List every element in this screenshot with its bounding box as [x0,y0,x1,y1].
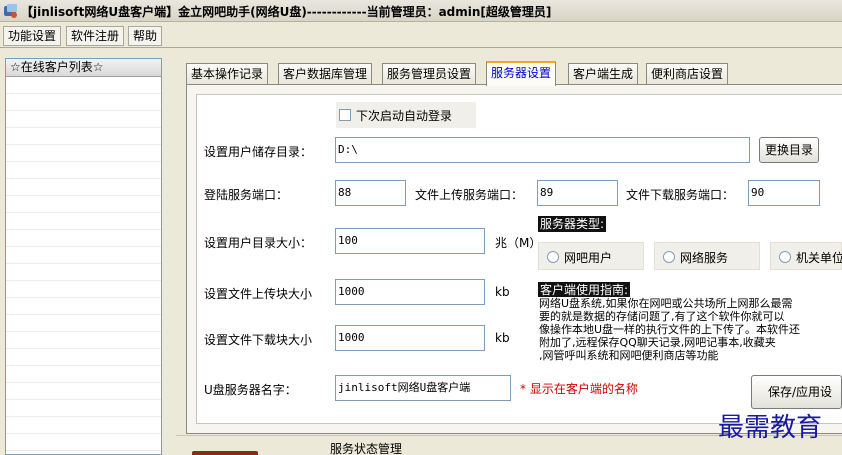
app-icon [4,4,17,18]
service-status-label: 服务状态管理 [330,442,403,455]
list-row[interactable] [6,366,161,383]
login-port-input[interactable]: 88 [335,180,406,206]
window-title: 【jinlisoft网络U盘客户端】金立网吧助手(网络U盘)----------… [21,5,552,19]
radio-internet-cafe[interactable]: 网吧用户 [538,242,644,270]
list-row[interactable] [6,77,161,94]
download-block-input[interactable]: 1000 [335,325,485,351]
client-guide-text: 网络U盘系统,如果你在网吧或公共场所上网那么最需 要的就是数据的存储问题了,有了… [537,297,842,369]
tab-client-db[interactable]: 客户数据库管理 [278,63,373,85]
radio-button[interactable] [547,251,559,263]
list-row[interactable] [6,162,161,179]
storage-dir-label: 设置用户储存目录： [204,145,313,159]
radio-network-service-label: 网络服务 [680,251,729,265]
tab-client-generate[interactable]: 客户端生成 [568,63,639,85]
list-row[interactable] [6,111,161,128]
watermark: 最需教育 [718,413,823,443]
radio-internet-cafe-label: 网吧用户 [564,251,613,265]
upload-port-input[interactable]: 89 [537,180,618,206]
list-row[interactable] [6,94,161,111]
client-list-header: ☆在线客户列表☆ [6,59,161,77]
list-row[interactable] [6,145,161,162]
download-port-label: 文件下载服务端口： [626,188,735,202]
download-port-input[interactable]: 90 [748,180,820,206]
list-row[interactable] [6,264,161,281]
upload-block-label: 设置文件上传块大小 [204,287,313,301]
radio-network-service[interactable]: 网络服务 [654,242,760,270]
radio-institution-label: 机关单位 [796,251,842,265]
tab-store-settings[interactable]: 便利商店设置 [646,63,729,85]
login-port-label: 登陆服务端口： [204,188,289,202]
list-row[interactable] [6,247,161,264]
upload-port-label: 文件上传服务端口： [415,188,524,202]
guide-line: ,网管呼叫系统和网吧便利商店等功能 [539,349,719,362]
dir-size-unit: 兆（M） [495,236,542,250]
client-guide-title: 客户端使用指南: [538,282,631,298]
tab-service-admin[interactable]: 服务管理员设置 [382,63,477,85]
list-row[interactable] [6,230,161,247]
guide-line: 附加了,远程保存QQ聊天记录,网吧记事本,收藏夹 [539,336,776,349]
guide-line: 网络U盘系统,如果你在网吧或公共场所上网那么最需 [539,297,793,310]
server-name-input[interactable]: jinlisoft网络U盘客户端 [335,375,511,401]
list-row[interactable] [6,179,161,196]
list-row[interactable] [6,315,161,332]
list-row[interactable] [6,196,161,213]
radio-button[interactable] [663,251,675,263]
list-row[interactable] [6,417,161,434]
list-row[interactable] [6,213,161,230]
radio-institution[interactable]: 机关单位 [770,242,842,270]
radio-button[interactable] [779,251,791,263]
list-row[interactable] [6,281,161,298]
server-name-note: * 显示在客户端的名称 [520,382,638,396]
list-row[interactable] [6,400,161,417]
list-row[interactable] [6,298,161,315]
tab-basic-log[interactable]: 基本操作记录 [186,63,269,85]
list-row[interactable] [6,383,161,400]
auto-login-option[interactable]: 下次启动自动登录 [336,102,476,128]
list-row[interactable] [6,332,161,349]
save-apply-button[interactable]: 保存/应用设 [751,375,842,409]
online-client-list[interactable]: ☆在线客户列表☆ [5,58,162,455]
tab-bar: 基本操作记录 客户数据库管理 服务管理员设置 服务器设置 客户端生成 便利商店设… [186,61,842,86]
download-block-unit: kb [495,331,510,345]
upload-block-unit: kb [495,285,510,299]
server-type-title: 服务器类型: [538,216,607,232]
storage-dir-input[interactable]: D:\ [335,137,750,163]
upload-block-input[interactable]: 1000 [335,279,485,305]
menu-help[interactable]: 帮助 [128,26,163,46]
list-row[interactable] [6,128,161,145]
change-dir-button[interactable]: 更换目录 [759,137,819,163]
guide-line: 像操作本地U盘一样的执行文件的上下传了。本软件还 [539,323,801,336]
auto-login-checkbox[interactable] [339,109,351,121]
menu-bar: 功能设置 软件注册 帮助 [0,24,842,48]
guide-line: 要的就是数据的存储问题了,有了这个软件你就可以 [539,310,785,323]
tab-server-settings[interactable]: 服务器设置 [486,61,557,86]
dir-size-input[interactable]: 100 [335,228,485,254]
dir-size-label: 设置用户目录大小： [204,236,313,250]
title-bar: 【jinlisoft网络U盘客户端】金立网吧助手(网络U盘)----------… [0,0,842,22]
status-button-edge[interactable] [192,451,258,455]
menu-function-settings[interactable]: 功能设置 [3,26,62,46]
auto-login-label: 下次启动自动登录 [356,109,453,123]
download-block-label: 设置文件下载块大小 [204,333,313,347]
menu-software-register[interactable]: 软件注册 [66,26,125,46]
list-row[interactable] [6,349,161,366]
server-name-label: U盘服务器名字： [204,383,297,397]
list-row[interactable] [6,434,161,451]
